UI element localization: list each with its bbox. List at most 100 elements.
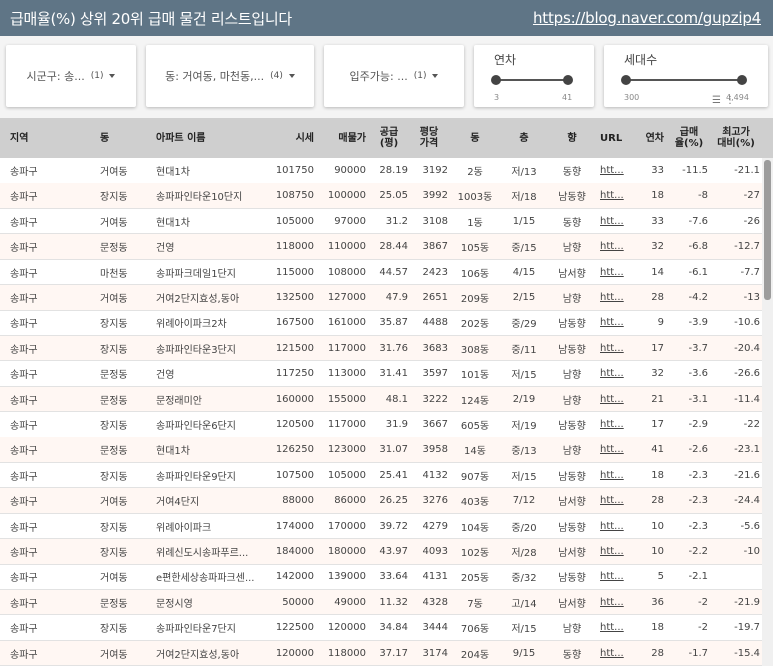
table-row[interactable]: 송파구 문정동 문정시영 50000 49000 11.32 4328 7동 고/14 남서향 ht… <box>0 589 762 616</box>
cell-url[interactable]: htt... <box>600 234 624 259</box>
cell-url[interactable]: htt... <box>600 183 624 208</box>
cell-url[interactable]: htt... <box>600 641 624 666</box>
cell-url[interactable]: htt... <box>600 564 624 589</box>
cell-apt: 송파파인타운6단지 <box>156 421 236 432</box>
cell-region: 송파구 <box>10 243 38 255</box>
cell-dong: 거여동 <box>100 649 128 661</box>
column-header-age[interactable]: 연차 <box>634 118 664 158</box>
cell-sale: 100000 <box>327 190 366 202</box>
filter-icon[interactable]: ☰ <box>712 95 721 106</box>
year-slider-min-value: 3 <box>494 93 500 102</box>
column-header-area[interactable]: 공급 (평) <box>370 118 408 158</box>
households-slider-max-handle[interactable] <box>737 75 747 85</box>
cell-peak: -26 <box>743 215 760 227</box>
column-header-floor[interactable]: 층 <box>502 118 546 158</box>
cell-apt: 송파파인타운3단지 <box>156 344 236 356</box>
column-header-ppa[interactable]: 평당 가격 <box>410 118 448 158</box>
vertical-scrollbar[interactable] <box>762 158 773 666</box>
cell-url[interactable]: htt... <box>600 260 624 285</box>
cell-url[interactable]: htt... <box>600 615 624 640</box>
column-header-peak[interactable]: 최고가 대비(%) <box>712 118 760 158</box>
cell-bldg: 1003동 <box>457 192 493 204</box>
year-slider-max-handle[interactable] <box>563 75 573 85</box>
cell-rate: -2.1 <box>688 571 708 583</box>
year-slider-min-handle[interactable] <box>491 75 501 85</box>
table-row[interactable]: 송파구 거여동 거여2단지효성,동아 132500 127000 47.9 2651 209동… <box>0 285 762 311</box>
cell-url[interactable]: htt... <box>600 539 624 564</box>
table-row[interactable]: 송파구 장지동 송파파인타운6단지 120500 117000 31.9 3667 605동 저… <box>0 412 762 438</box>
movein-filter-dropdown[interactable]: 입주가능: ... (1) <box>324 45 464 107</box>
cell-sale: 117000 <box>327 419 366 430</box>
cell-url[interactable]: htt... <box>600 514 624 539</box>
table-row[interactable]: 송파구 장지동 송파파인타운3단지 121500 117000 31.76 3683 308동… <box>0 335 762 362</box>
cell-url[interactable]: htt... <box>600 387 624 412</box>
cell-dong: 문정동 <box>100 598 128 610</box>
cell-floor: 저/15 <box>511 624 537 636</box>
households-slider-min-handle[interactable] <box>621 75 631 85</box>
cell-dir: 남향 <box>562 624 582 636</box>
table-row[interactable]: 송파구 마천동 송파파크데일1단지 115000 108000 44.57 2423 106동… <box>0 260 762 286</box>
more-vert-icon[interactable]: ⋮ <box>725 95 735 106</box>
cell-url[interactable]: htt... <box>600 158 624 183</box>
cell-url[interactable]: htt... <box>600 285 624 310</box>
column-header-price[interactable]: 시세 <box>274 118 314 158</box>
cell-apt: 송파파인타운9단지 <box>156 471 236 483</box>
cell-floor: 2/15 <box>512 292 536 303</box>
cell-ppa: 3276 <box>422 495 448 507</box>
table-row[interactable]: 송파구 장지동 송파파인타운10단지 108750 100000 25.05 3992 100… <box>0 183 762 209</box>
column-header-sale[interactable]: 매물가 <box>320 118 366 158</box>
cell-bldg: 101동 <box>460 370 490 382</box>
blog-link[interactable]: https://blog.naver.com/gupzip4 <box>533 9 761 27</box>
cell-dong: 문정동 <box>100 243 128 255</box>
column-header-dir[interactable]: 향 <box>548 118 596 158</box>
table-row[interactable]: 송파구 거여동 거여4단지 88000 86000 26.25 3276 403동 7/12 남서… <box>0 488 762 514</box>
cell-dir: 남동향 <box>558 471 586 483</box>
cell-rate: -6.1 <box>688 266 708 278</box>
table-row[interactable]: 송파구 장지동 위례신도시송파푸르... 184000 180000 43.97 4093 1… <box>0 539 762 565</box>
table-row[interactable]: 송파구 문정동 문정래미안 160000 155000 48.1 3222 124동 2/19 남… <box>0 386 762 413</box>
cell-floor: 중/13 <box>511 446 537 458</box>
households-range-slider[interactable]: 세대수 300 4,494 <box>604 45 768 107</box>
year-range-slider[interactable]: 연차 3 41 <box>474 45 594 107</box>
table-row[interactable]: 송파구 장지동 송파파인타운9단지 107500 105000 25.41 4132 907동… <box>0 463 762 489</box>
table-row[interactable]: 송파구 문정동 현대1차 126250 123000 31.07 3958 14동 중/13 남향… <box>0 437 762 463</box>
table-row[interactable]: 송파구 거여동 e편한세상송파파크센... 142000 139000 33.64 4131… <box>0 564 762 590</box>
table-row[interactable]: 송파구 거여동 현대1차 101750 90000 28.19 3192 2동 저/13 동향 ht… <box>0 158 762 184</box>
table-row[interactable]: 송파구 장지동 송파파인타운7단지 122500 120000 34.84 3444 706동… <box>0 615 762 641</box>
dong-filter-dropdown[interactable]: 동: 거여동, 마천동,... (4) <box>146 45 314 107</box>
table-row[interactable]: 송파구 문정동 건영 118000 110000 28.44 3867 105동 중/15 남향 h… <box>0 234 762 260</box>
column-header-rate[interactable]: 급매 율(%) <box>670 118 708 158</box>
cell-dir: 남동향 <box>558 319 586 331</box>
scrollbar-thumb[interactable] <box>764 160 771 300</box>
table-row[interactable]: 송파구 장지동 위례아이파크 174000 170000 39.72 4279 104동 중/2… <box>0 514 762 540</box>
cell-url[interactable]: htt... <box>600 463 624 488</box>
cell-url[interactable]: htt... <box>600 209 624 234</box>
column-header-url[interactable]: URL <box>600 118 624 158</box>
table-row[interactable]: 송파구 거여동 현대1차 105000 97000 31.2 3108 1동 1/15 동향 htt… <box>0 209 762 235</box>
table-row[interactable]: 송파구 문정동 건영 117250 113000 31.41 3597 101동 저/15 남향 h… <box>0 361 762 387</box>
cell-dir: 남동향 <box>558 573 586 585</box>
column-header-region[interactable]: 지역 <box>10 118 70 158</box>
column-header-dong[interactable]: 동 <box>100 118 148 158</box>
dong-filter-count: (4) <box>270 71 283 81</box>
cell-url[interactable]: htt... <box>600 488 624 513</box>
cell-url[interactable]: htt... <box>600 437 624 462</box>
cell-dong: 장지동 <box>100 548 128 559</box>
cell-url[interactable]: htt... <box>600 590 624 615</box>
cell-rate: -3.7 <box>688 342 708 354</box>
table-row[interactable]: 송파구 장지동 위례아이파크2차 167500 161000 35.87 4488 202동 중… <box>0 310 762 336</box>
cell-dong: 장지동 <box>100 624 128 636</box>
cell-rate: -2.3 <box>688 520 708 532</box>
cell-bldg: 1동 <box>467 217 483 229</box>
cell-dir: 남동향 <box>558 344 586 356</box>
column-header-apt[interactable]: 아파트 이름 <box>156 118 274 158</box>
cell-url[interactable]: htt... <box>600 336 624 361</box>
cell-url[interactable]: htt... <box>600 412 624 437</box>
cell-url[interactable]: htt... <box>600 361 624 386</box>
cell-url[interactable]: htt... <box>600 310 624 335</box>
sigungu-filter-dropdown[interactable]: 시군구: 송... (1) <box>6 45 136 107</box>
cell-region: 송파구 <box>10 497 38 509</box>
cell-area: 43.97 <box>379 546 408 557</box>
column-header-bldg[interactable]: 동 <box>452 118 498 158</box>
table-row[interactable]: 송파구 거여동 거여2단지효성,동아 120000 118000 37.17 3174 204… <box>0 640 762 666</box>
